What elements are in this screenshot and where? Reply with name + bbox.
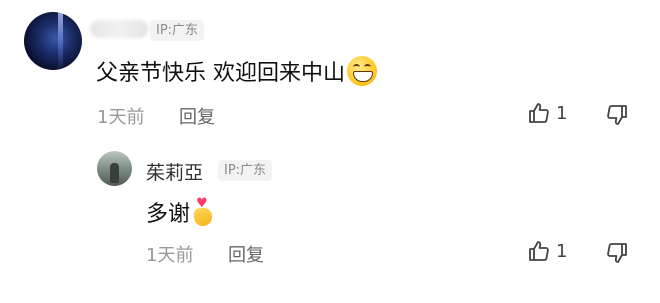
reply-reply-button[interactable]: 回复 — [228, 241, 264, 267]
thumbs-down-icon — [607, 243, 627, 263]
replier-ip-badge: IP:广东 — [218, 160, 273, 181]
comment-text-body: 父亲节快乐 欢迎回来中山 — [96, 61, 345, 86]
thumbs-up-icon — [529, 103, 549, 123]
reply-timestamp: 1天前 — [146, 245, 194, 266]
thumbs-up-icon — [529, 241, 549, 261]
reply-text-body: 多谢 — [146, 202, 191, 227]
thumbs-down-icon — [607, 105, 627, 125]
comment-like-count: 1 — [556, 103, 568, 124]
replier-avatar[interactable] — [97, 151, 132, 186]
comment-reply-button[interactable]: 回复 — [179, 103, 215, 129]
commenter-name-blurred[interactable] — [90, 20, 148, 38]
reply-text: 多谢 ♥ — [146, 197, 216, 230]
comment-like-button[interactable] — [527, 101, 551, 125]
comment-dislike-button[interactable] — [605, 103, 629, 127]
replier-username[interactable]: 茱莉亞 — [146, 158, 203, 185]
reply-dislike-button[interactable] — [605, 241, 629, 265]
grinning-face-icon — [347, 56, 377, 86]
comment-timestamp: 1天前 — [97, 107, 145, 128]
comment-text: 父亲节快乐 欢迎回来中山 — [96, 56, 377, 89]
reply-like-count: 1 — [556, 241, 568, 262]
finger-heart-icon: ♥ — [192, 197, 216, 227]
commenter-avatar[interactable] — [24, 12, 82, 70]
reply-like-button[interactable] — [527, 239, 551, 263]
commenter-ip-badge: IP:广东 — [150, 20, 205, 41]
